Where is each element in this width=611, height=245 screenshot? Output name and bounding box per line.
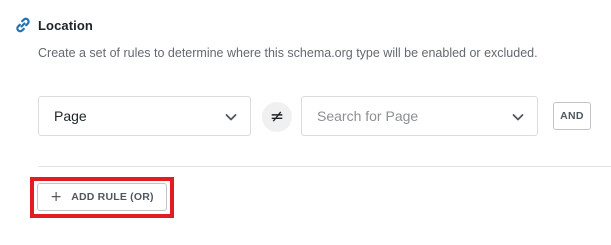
divider bbox=[38, 166, 611, 167]
add-rule-label: ADD RULE (OR) bbox=[71, 191, 154, 203]
not-equal-operator-toggle[interactable]: ≠ bbox=[262, 102, 292, 132]
search-placeholder: Search for Page bbox=[317, 108, 419, 124]
plus-icon: + bbox=[50, 188, 63, 205]
add-rule-or-button[interactable]: + ADD RULE (OR) bbox=[37, 183, 167, 211]
location-header: Location bbox=[14, 16, 93, 34]
rule-value-search-select[interactable]: Search for Page bbox=[301, 96, 538, 136]
rule-type-select[interactable]: Page bbox=[38, 96, 251, 136]
link-icon bbox=[14, 16, 32, 34]
chevron-down-icon bbox=[224, 110, 238, 124]
not-equal-icon: ≠ bbox=[269, 107, 285, 127]
and-button[interactable]: AND bbox=[553, 102, 591, 130]
rule-type-value: Page bbox=[54, 108, 87, 124]
location-rules-panel: Location Create a set of rules to determ… bbox=[0, 0, 611, 245]
section-description: Create a set of rules to determine where… bbox=[38, 46, 538, 60]
chevron-down-icon bbox=[511, 110, 525, 124]
section-title: Location bbox=[38, 17, 93, 33]
